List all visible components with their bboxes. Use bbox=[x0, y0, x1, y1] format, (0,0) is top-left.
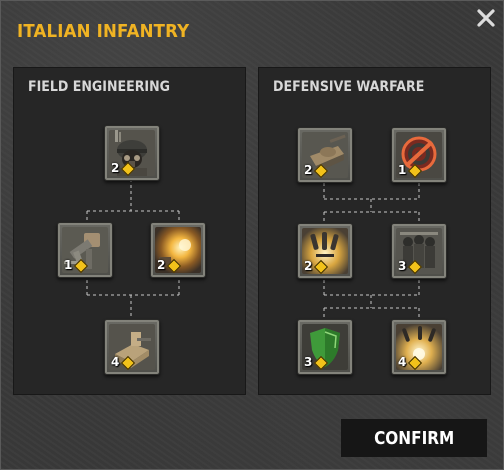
ability-helmeted-soldier[interactable]: 2 bbox=[104, 125, 160, 181]
ability-cost: 2 bbox=[304, 259, 313, 273]
panel-title-field-engineering: FIELD ENGINEERING bbox=[28, 79, 171, 95]
ability-artillery-shells[interactable]: 2 bbox=[297, 223, 353, 279]
field-engineering-panel: FIELD ENGINEERING 2 1 2 4 bbox=[13, 67, 246, 395]
panel-title-defensive-warfare: DEFENSIVE WARFARE bbox=[273, 79, 425, 95]
ability-cost: 1 bbox=[64, 258, 73, 272]
ability-cost: 1 bbox=[398, 163, 407, 177]
confirm-button[interactable]: CONFIRM bbox=[341, 419, 487, 457]
ability-tank[interactable]: 2 bbox=[297, 127, 353, 183]
ability-cost: 4 bbox=[111, 355, 120, 369]
ability-explosion[interactable]: 2 bbox=[150, 222, 206, 278]
dialog-title: ITALIAN INFANTRY bbox=[17, 21, 190, 42]
ability-cost: 2 bbox=[304, 163, 313, 177]
close-icon[interactable] bbox=[475, 7, 497, 29]
ability-sandbag-emplacement[interactable]: 4 bbox=[104, 319, 160, 375]
ability-cost: 2 bbox=[157, 258, 166, 272]
ability-machine-gun[interactable]: 1 bbox=[57, 222, 113, 278]
confirm-button-label: CONFIRM bbox=[373, 427, 455, 449]
ability-no-target[interactable]: 1 bbox=[391, 127, 447, 183]
ability-infantry-squad[interactable]: 3 bbox=[391, 223, 447, 279]
ability-green-shield[interactable]: 3 bbox=[297, 319, 353, 375]
ability-cost: 3 bbox=[304, 355, 313, 369]
defensive-warfare-panel: DEFENSIVE WARFARE 2 1 2 3 3 4 bbox=[258, 67, 491, 395]
skill-tree-dialog: ITALIAN INFANTRY FIELD ENGINEERING 2 1 2… bbox=[0, 0, 504, 470]
ability-barrage-impact[interactable]: 4 bbox=[391, 319, 447, 375]
ability-cost: 3 bbox=[398, 259, 407, 273]
tree-connectors bbox=[323, 183, 420, 319]
ability-cost: 4 bbox=[398, 355, 407, 369]
ability-cost: 2 bbox=[111, 161, 120, 175]
